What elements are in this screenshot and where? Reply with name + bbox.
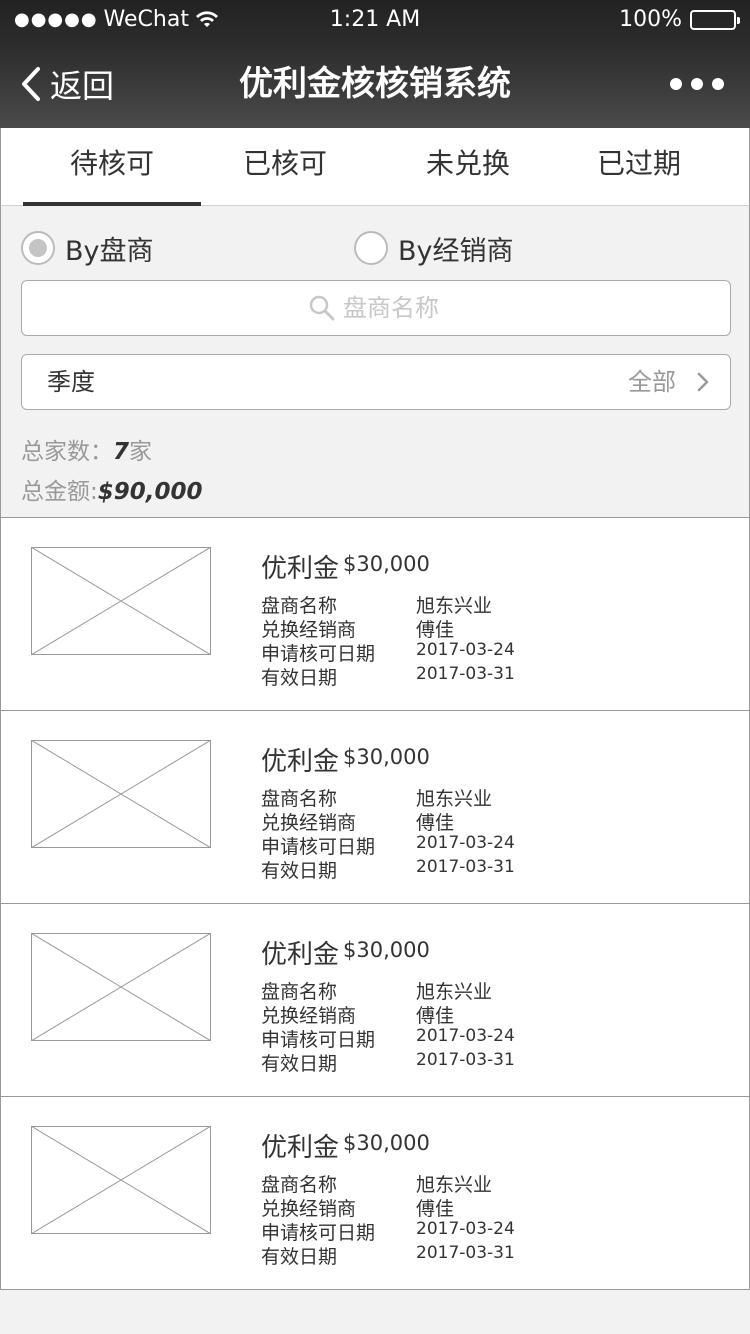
dealer-label: 盘商名称 — [261, 595, 338, 617]
radio-by-dealer[interactable]: By盘商 — [21, 230, 154, 267]
apply-date-label: 申请核可日期 — [261, 643, 376, 665]
valid-date-value: 2017-03-31 — [416, 664, 515, 684]
tab-unredeemed[interactable]: 未兑换 — [383, 128, 553, 206]
valid-date-value: 2017-03-31 — [416, 1050, 515, 1070]
item-amount: $30,000 — [343, 552, 430, 576]
dealer-value: 旭东兴业 — [416, 981, 493, 1003]
season-value: 全部 — [628, 368, 676, 396]
radio-by-distributor[interactable]: By经销商 — [354, 230, 514, 267]
total-amount-label: 总金额: — [21, 479, 98, 505]
dealer-value: 旭东兴业 — [416, 788, 493, 810]
image-placeholder-icon — [31, 547, 211, 655]
dealer-value: 旭东兴业 — [416, 1174, 493, 1196]
chevron-right-icon — [697, 372, 709, 392]
page-title: 优利金核核销系统 — [239, 64, 511, 104]
search-box[interactable] — [21, 280, 731, 336]
item-title: 优利金 — [261, 1133, 340, 1163]
radio-dot — [29, 239, 47, 257]
list-item[interactable]: 优利金 $30,000 盘商名称 旭东兴业 兑换经销商 傅佳 申请核可日期 20… — [0, 517, 750, 711]
list-item[interactable]: 优利金 $30,000 盘商名称 旭东兴业 兑换经销商 傅佳 申请核可日期 20… — [0, 903, 750, 1097]
list-bottom-divider — [0, 1289, 750, 1290]
apply-date-label: 申请核可日期 — [261, 836, 376, 858]
search-icon — [309, 295, 335, 321]
season-select[interactable]: 季度 全部 — [21, 354, 731, 410]
exchange-value: 傅佳 — [416, 812, 455, 834]
radio-unselected-icon — [354, 231, 388, 265]
valid-date-label: 有效日期 — [261, 667, 338, 689]
item-title: 优利金 — [261, 747, 340, 777]
dealer-label: 盘商名称 — [261, 788, 338, 810]
radio-label: By经销商 — [398, 235, 514, 267]
item-amount: $30,000 — [343, 745, 430, 769]
exchange-value: 傅佳 — [416, 1198, 455, 1220]
image-placeholder-icon — [31, 740, 211, 848]
valid-date-value: 2017-03-31 — [416, 857, 515, 877]
valid-date-label: 有效日期 — [261, 860, 338, 882]
apply-date-value: 2017-03-24 — [416, 1026, 515, 1046]
battery-percent: 100% — [619, 7, 682, 32]
apply-date-value: 2017-03-24 — [416, 833, 515, 853]
tab-approved[interactable]: 已核可 — [201, 128, 369, 206]
apply-date-value: 2017-03-24 — [416, 1219, 515, 1239]
total-count-unit: 家 — [129, 439, 153, 465]
valid-date-value: 2017-03-31 — [416, 1243, 515, 1263]
dealer-value: 旭东兴业 — [416, 595, 493, 617]
filter-panel: By盘商 By经销商 季度 全部 总家数：7家 总金额:$90,000 — [0, 206, 750, 518]
apply-date-label: 申请核可日期 — [261, 1029, 376, 1051]
total-count-label: 总家数： — [21, 439, 113, 465]
item-title: 优利金 — [261, 554, 340, 584]
more-dots-icon[interactable] — [670, 70, 724, 98]
more-dot — [712, 78, 724, 90]
apply-date-value: 2017-03-24 — [416, 640, 515, 660]
total-amount-value: $90,000 — [97, 479, 203, 505]
tab-bar: 待核可 已核可 未兑换 已过期 — [0, 128, 750, 206]
more-dot — [670, 78, 682, 90]
valid-date-label: 有效日期 — [261, 1053, 338, 1075]
list-item[interactable]: 优利金 $30,000 盘商名称 旭东兴业 兑换经销商 傅佳 申请核可日期 20… — [0, 1096, 750, 1290]
radio-selected-icon — [21, 231, 55, 265]
tab-expired[interactable]: 已过期 — [553, 128, 725, 206]
exchange-label: 兑换经销商 — [261, 812, 357, 834]
valid-date-label: 有效日期 — [261, 1246, 338, 1268]
more-dot — [691, 78, 703, 90]
exchange-label: 兑换经销商 — [261, 619, 357, 641]
season-label: 季度 — [47, 368, 95, 396]
list-item[interactable]: 优利金 $30,000 盘商名称 旭东兴业 兑换经销商 傅佳 申请核可日期 20… — [0, 710, 750, 904]
nav-bar: 返回 优利金核核销系统 — [0, 40, 750, 128]
item-amount: $30,000 — [343, 1131, 430, 1155]
dealer-label: 盘商名称 — [261, 981, 338, 1003]
exchange-label: 兑换经销商 — [261, 1198, 357, 1220]
status-bar: ●●●●● WeChat 1:21 AM 100% — [0, 0, 750, 40]
total-count: 总家数：7家 — [21, 432, 152, 466]
dealer-label: 盘商名称 — [261, 1174, 338, 1196]
total-count-value: 7 — [113, 439, 130, 465]
exchange-label: 兑换经销商 — [261, 1005, 357, 1027]
exchange-value: 傅佳 — [416, 619, 455, 641]
total-amount: 总金额:$90,000 — [21, 472, 203, 506]
tab-pending[interactable]: 待核可 — [23, 128, 201, 206]
image-placeholder-icon — [31, 1126, 211, 1234]
top-bar: ●●●●● WeChat 1:21 AM 100% 返回 优利金核核销系统 — [0, 0, 750, 128]
battery-icon — [690, 10, 740, 30]
item-title: 优利金 — [261, 940, 340, 970]
status-right: 100% — [619, 0, 740, 40]
exchange-value: 傅佳 — [416, 1005, 455, 1027]
apply-date-label: 申请核可日期 — [261, 1222, 376, 1244]
item-amount: $30,000 — [343, 938, 430, 962]
radio-label: By盘商 — [65, 235, 154, 267]
image-placeholder-icon — [31, 933, 211, 1041]
search-input[interactable] — [343, 294, 443, 322]
